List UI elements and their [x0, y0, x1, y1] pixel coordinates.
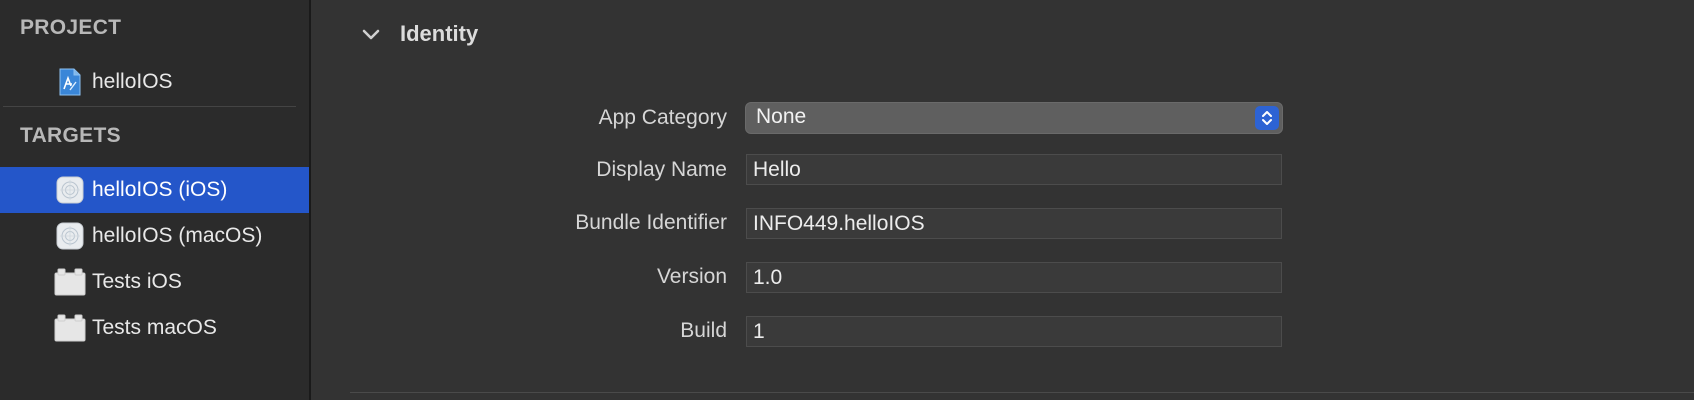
display-name-field[interactable]: Hello: [746, 154, 1282, 185]
targets-section-header: TARGETS: [20, 124, 121, 147]
app-category-select[interactable]: None: [745, 102, 1283, 134]
xcode-target-settings: PROJECT helloIOS TARGETS helloIOS (iOS) …: [0, 0, 1694, 400]
project-file-icon: [56, 68, 84, 96]
version-field[interactable]: 1.0: [746, 262, 1282, 293]
project-section-header: PROJECT: [20, 16, 122, 39]
app-category-label: App Category: [598, 106, 727, 129]
bundle-identifier-label: Bundle Identifier: [575, 211, 727, 234]
sidebar-item-label: Tests iOS: [92, 270, 182, 293]
project-navigator-sidebar: PROJECT helloIOS TARGETS helloIOS (iOS) …: [0, 0, 311, 400]
build-label: Build: [680, 319, 727, 342]
test-bundle-icon: [54, 314, 86, 342]
app-target-icon: [56, 222, 84, 250]
version-label: Version: [656, 265, 727, 288]
sidebar-item-target-tests-ios[interactable]: Tests iOS: [0, 259, 309, 305]
section-divider: [350, 392, 1694, 393]
sidebar-item-project[interactable]: helloIOS: [0, 59, 309, 105]
sidebar-item-target-tests-macos[interactable]: Tests macOS: [0, 305, 309, 351]
sidebar-item-target-helloios-macos[interactable]: helloIOS (macOS): [0, 213, 309, 259]
display-name-label: Display Name: [596, 158, 727, 181]
sidebar-divider: [3, 106, 296, 107]
chevron-down-icon[interactable]: [360, 26, 382, 44]
sidebar-item-label: helloIOS (macOS): [92, 224, 263, 247]
sidebar-item-label: helloIOS: [92, 70, 173, 93]
sidebar-item-target-helloios-ios[interactable]: helloIOS (iOS): [0, 167, 309, 213]
sidebar-item-label: Tests macOS: [92, 316, 217, 339]
sidebar-item-label: helloIOS (iOS): [92, 178, 228, 201]
identity-section-title[interactable]: Identity: [400, 21, 478, 47]
app-target-icon: [56, 176, 84, 204]
build-field[interactable]: 1: [746, 316, 1282, 347]
bundle-identifier-field[interactable]: INFO449.helloIOS: [746, 208, 1282, 239]
test-bundle-icon: [54, 268, 86, 296]
up-down-chevron-icon: [1255, 106, 1279, 130]
app-category-value: None: [756, 105, 807, 128]
